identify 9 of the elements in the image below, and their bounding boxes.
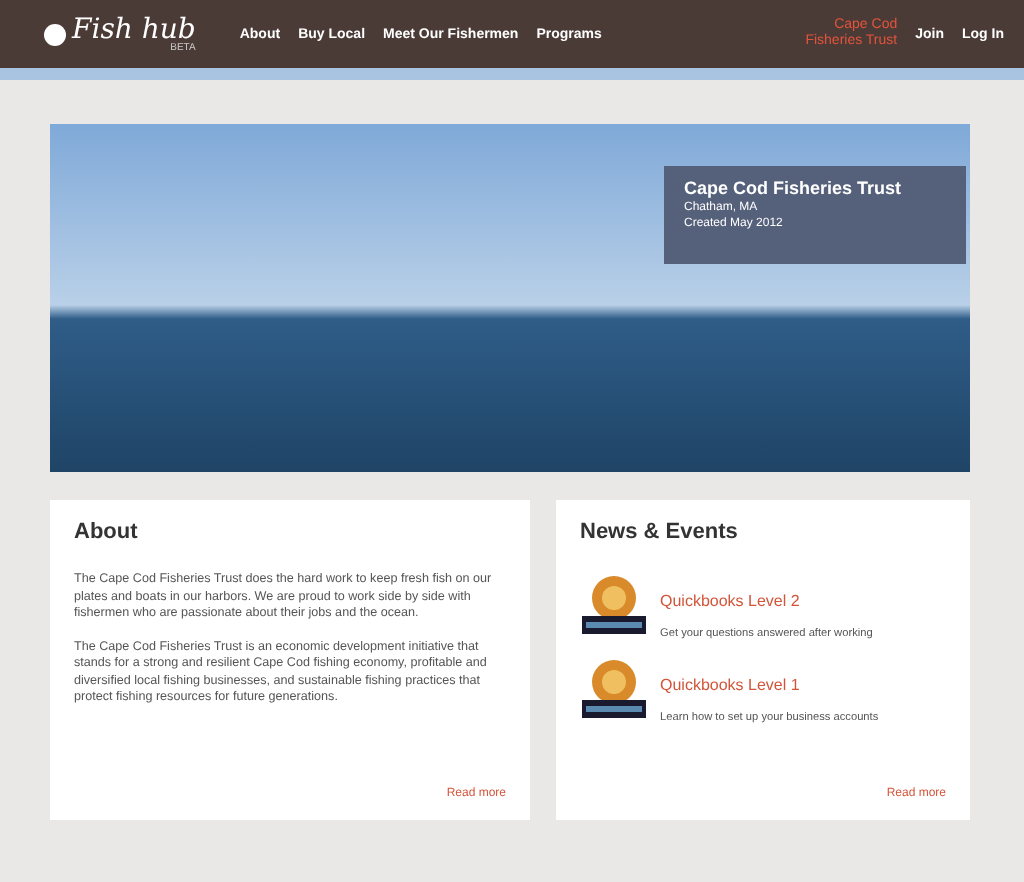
card-title: About [74, 520, 140, 544]
logo-text[interactable]: Fish hub [72, 15, 196, 43]
coin-logo-icon [580, 656, 648, 724]
event-title-link[interactable]: Quickbooks Level 1 [660, 676, 879, 694]
caption-title: Cape Cod Fisheries Trust [684, 178, 904, 198]
card-title: News & Events [580, 520, 740, 544]
logo-dot-icon [44, 23, 66, 45]
coin-logo-icon [580, 572, 648, 640]
event-title-link[interactable]: Quickbooks Level 2 [660, 592, 873, 610]
